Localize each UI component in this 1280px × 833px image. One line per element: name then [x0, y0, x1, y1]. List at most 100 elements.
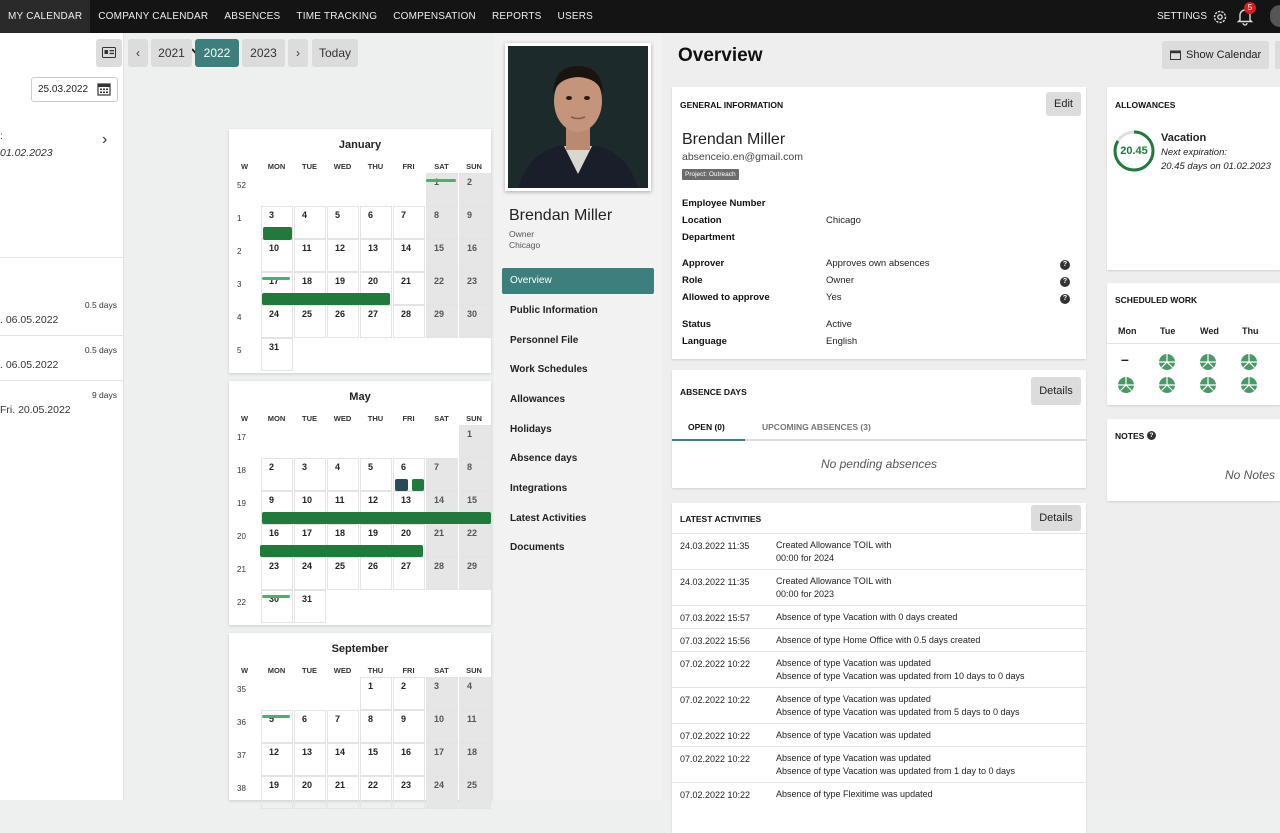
profile-menu-public-information[interactable]: Public Information	[502, 298, 654, 324]
nav-time-tracking[interactable]: TIME TRACKING	[288, 0, 385, 33]
calendar-day[interactable]: 19	[261, 776, 293, 809]
calendar-day[interactable]: 4	[294, 206, 326, 239]
edit-button[interactable]: Edit	[1046, 92, 1081, 116]
calendar-day[interactable]: 15	[360, 743, 392, 776]
calendar-day[interactable]: 30	[459, 305, 491, 338]
calendar-day[interactable]: 16	[459, 239, 491, 272]
holiday-marker[interactable]	[262, 715, 290, 718]
year-2021-button[interactable]: 2021	[151, 39, 192, 67]
calendar-day[interactable]: 9	[459, 206, 491, 239]
profile-menu-latest-activities[interactable]: Latest Activities	[502, 506, 654, 532]
calendar-day[interactable]: 13	[360, 239, 392, 272]
calendar-day[interactable]: 1	[360, 677, 392, 710]
calendar-day[interactable]: 29	[426, 305, 458, 338]
calendar-day[interactable]: 21	[393, 272, 425, 305]
calendar-day[interactable]: 31	[294, 590, 326, 623]
tab-open[interactable]: OPEN (0)	[688, 422, 725, 432]
nav-reports[interactable]: REPORTS	[484, 0, 550, 33]
calendar-day[interactable]: 16	[393, 743, 425, 776]
next-year-button[interactable]: ›	[288, 39, 308, 67]
calendar-day[interactable]: 18	[459, 743, 491, 776]
calendar-day[interactable]: 11	[294, 239, 326, 272]
calendar-day[interactable]: 2	[393, 677, 425, 710]
help-icon[interactable]: ?	[1147, 431, 1156, 440]
calendar-day[interactable]: 4	[459, 677, 491, 710]
calendar-day[interactable]: 23	[261, 557, 293, 590]
more-button[interactable]	[1275, 41, 1280, 69]
absence-bar[interactable]	[263, 227, 292, 240]
calendar-day[interactable]: 6	[294, 710, 326, 743]
calendar-day[interactable]: 8	[459, 458, 491, 491]
help-icon[interactable]: ?	[1060, 277, 1070, 287]
calendar-day[interactable]: 1	[426, 173, 458, 206]
absence-bar[interactable]	[262, 512, 491, 524]
calendar-day[interactable]: 14	[327, 743, 359, 776]
calendar-day[interactable]: 12	[261, 743, 293, 776]
calendar-day[interactable]: 3	[426, 677, 458, 710]
calendar-day[interactable]: 7	[327, 710, 359, 743]
profile-menu-personnel-file[interactable]: Personnel File	[502, 328, 654, 354]
chevron-right-icon[interactable]: ›	[102, 131, 107, 149]
nav-my-calendar[interactable]: MY CALENDAR	[0, 0, 91, 33]
calendar-day[interactable]: 9	[393, 710, 425, 743]
calendar-day[interactable]: 23	[459, 272, 491, 305]
holiday-marker[interactable]	[426, 179, 456, 182]
calendar-day[interactable]: 14	[393, 239, 425, 272]
absence-bar[interactable]	[412, 479, 424, 491]
profile-menu-holidays[interactable]: Holidays	[502, 417, 654, 443]
calendar-day[interactable]: 22	[426, 272, 458, 305]
tab-upcoming-absences[interactable]: UPCOMING ABSENCES (3)	[762, 422, 871, 432]
calendar-day[interactable]: 23	[393, 776, 425, 809]
calendar-day[interactable]: 27	[393, 557, 425, 590]
nav-compensation[interactable]: COMPENSATION	[385, 0, 484, 33]
holiday-marker[interactable]	[262, 277, 290, 280]
calendar-day[interactable]: 5	[327, 206, 359, 239]
holiday-marker[interactable]	[262, 595, 290, 598]
calendar-day[interactable]: 27	[360, 305, 392, 338]
calendar-day[interactable]: 17	[426, 743, 458, 776]
calendar-day[interactable]: 28	[426, 557, 458, 590]
calendar-day[interactable]: 10	[426, 710, 458, 743]
contact-card-button[interactable]	[96, 39, 122, 67]
calendar-day[interactable]: 24	[426, 776, 458, 809]
profile-menu-overview[interactable]: Overview	[502, 268, 654, 294]
calendar-day[interactable]: 31	[261, 338, 293, 371]
activities-details-button[interactable]: Details	[1031, 505, 1081, 531]
nav-users[interactable]: USERS	[550, 0, 601, 33]
calendar-day[interactable]: 20	[294, 776, 326, 809]
calendar-day[interactable]: 6	[360, 206, 392, 239]
calendar-day[interactable]: 11	[459, 710, 491, 743]
calendar-day[interactable]: 4	[327, 458, 359, 491]
profile-menu-allowances[interactable]: Allowances	[502, 387, 654, 413]
calendar-day[interactable]: 7	[426, 458, 458, 491]
absence-bar[interactable]	[262, 293, 390, 305]
calendar-day[interactable]: 10	[261, 239, 293, 272]
calendar-day[interactable]: 22	[360, 776, 392, 809]
absence-bar[interactable]	[395, 479, 408, 491]
calendar-day[interactable]: 13	[294, 743, 326, 776]
help-icon[interactable]: ?	[1060, 260, 1070, 270]
absence-details-button[interactable]: Details	[1031, 377, 1081, 405]
calendar-day[interactable]: 24	[294, 557, 326, 590]
calendar-day[interactable]: 15	[426, 239, 458, 272]
calendar-day[interactable]: 26	[360, 557, 392, 590]
calendar-day[interactable]: 2	[459, 173, 491, 206]
calendar-day[interactable]: 24	[261, 305, 293, 338]
calendar-day[interactable]: 26	[327, 305, 359, 338]
show-calendar-button[interactable]: Show Calendar	[1162, 41, 1269, 69]
calendar-day[interactable]: 8	[426, 206, 458, 239]
calendar-day[interactable]: 8	[360, 710, 392, 743]
profile-menu-documents[interactable]: Documents	[502, 535, 654, 561]
absence-bar[interactable]	[260, 545, 423, 557]
help-icon[interactable]: ?	[1060, 294, 1070, 304]
calendar-day[interactable]: 5	[360, 458, 392, 491]
date-field[interactable]: 25.03.2022	[31, 77, 118, 102]
profile-menu-integrations[interactable]: Integrations	[502, 476, 654, 502]
calendar-day[interactable]: 21	[426, 524, 458, 557]
prev-year-button[interactable]: ‹	[128, 39, 148, 67]
today-button[interactable]: Today	[312, 39, 358, 67]
calendar-day[interactable]: 22	[459, 524, 491, 557]
nav-absences[interactable]: ABSENCES	[216, 0, 288, 33]
calendar-icon[interactable]	[97, 82, 111, 96]
calendar-day[interactable]: 25	[327, 557, 359, 590]
